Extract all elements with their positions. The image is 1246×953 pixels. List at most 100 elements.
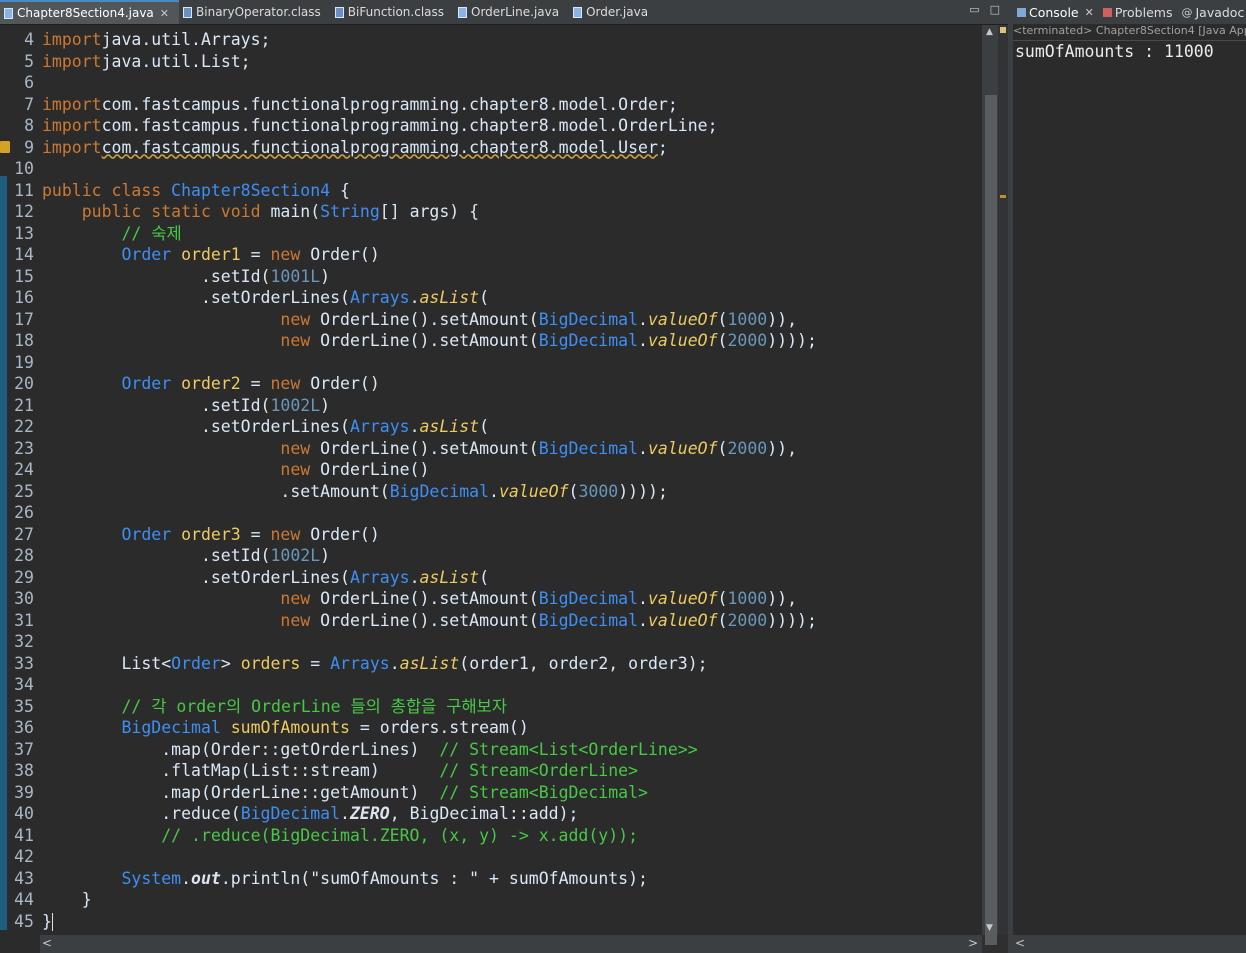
code-line[interactable]: 4 importjava.util.Arrays; xyxy=(0,29,982,51)
code-line[interactable]: 43 System.out.println("sumOfAmounts : " … xyxy=(0,868,982,890)
code-line[interactable]: 7 importcom.fastcampus.functionalprogramm… xyxy=(0,94,982,116)
overview-ruler[interactable] xyxy=(998,25,1008,935)
editor-corner xyxy=(0,935,40,953)
warning-marker[interactable] xyxy=(1000,195,1006,198)
code-token: 1001L xyxy=(270,266,321,286)
code-line[interactable]: 39 .map(OrderLine::getAmount) // Stream<… xyxy=(0,782,982,804)
code-editor[interactable]: 4 importjava.util.Arrays; 5 importjava.util… xyxy=(0,25,982,935)
code-line[interactable]: 42 xyxy=(0,846,982,868)
line-number: 21 xyxy=(14,395,34,415)
code-line[interactable]: 5 importjava.util.List; xyxy=(0,51,982,73)
console-output: sumOfAmounts : 11000 xyxy=(1015,42,1214,61)
code-token: .map(Order::getOrderLines) xyxy=(42,739,440,759)
code-token: 3000 xyxy=(578,481,619,501)
code-line[interactable]: 16 .setOrderLines(Arrays.asList( xyxy=(0,287,982,309)
close-tab-icon[interactable]: ✕ xyxy=(160,7,169,20)
line-number: 36 xyxy=(14,718,34,737)
code-line[interactable]: 12 public static void main(String[] args… xyxy=(0,201,982,223)
code-token: OrderLine().setAmount( xyxy=(320,438,539,458)
code-token: BigDecimal xyxy=(42,718,231,737)
code-token: asList xyxy=(419,417,480,436)
code-line[interactable]: 25 .setAmount(BigDecimal.valueOf(3000)))… xyxy=(0,481,982,503)
code-text: .setId(1002L) xyxy=(42,545,330,567)
code-line[interactable]: 33 List<Order> orders = Arrays.asList(or… xyxy=(0,653,982,675)
code-line[interactable]: 28 .setId(1002L) xyxy=(0,545,982,567)
code-text: importjava.util.Arrays; xyxy=(42,29,271,51)
code-line[interactable]: 26 xyxy=(0,502,982,524)
scroll-down-arrow-icon[interactable]: ▼ xyxy=(986,923,993,933)
code-text: .setOrderLines(Arrays.asList( xyxy=(42,567,489,589)
editor-tab[interactable]: BinaryOperator.class xyxy=(179,0,331,24)
console-tab[interactable]: Console ✕ xyxy=(1013,5,1099,20)
code-text: new OrderLine().setAmount(BigDecimal.val… xyxy=(42,588,797,610)
line-number: 27 xyxy=(14,524,34,544)
code-line[interactable]: 44 } xyxy=(0,889,982,911)
code-line[interactable]: 34 xyxy=(0,674,982,696)
code-line[interactable]: 38 .flatMap(List::stream) // Stream<Orde… xyxy=(0,760,982,782)
line-number: 34 xyxy=(14,675,34,694)
code-line[interactable]: 40 .reduce(BigDecimal.ZERO, BigDecimal::… xyxy=(0,803,982,825)
code-token: )), xyxy=(767,589,798,608)
code-line[interactable]: 27 Order order3 = new Order() xyxy=(0,524,982,546)
console-tab[interactable]: Problems xyxy=(1099,5,1178,20)
code-line[interactable]: 45} xyxy=(0,911,982,933)
code-token: . xyxy=(181,868,192,888)
code-line[interactable]: 15 .setId(1001L) xyxy=(0,266,982,288)
maximize-icon[interactable]: □ xyxy=(990,3,1000,16)
editor-scroll-thumb[interactable] xyxy=(985,95,997,945)
code-line[interactable]: 29 .setOrderLines(Arrays.asList( xyxy=(0,567,982,589)
code-line[interactable]: 23 new OrderLine().setAmount(BigDecimal.… xyxy=(0,438,982,460)
code-text: .setOrderLines(Arrays.asList( xyxy=(42,287,489,309)
code-token: ( xyxy=(479,567,490,587)
code-line[interactable]: 32 xyxy=(0,631,982,653)
problems-icon xyxy=(1102,7,1112,17)
code-token: new xyxy=(42,610,321,630)
code-token: // 숙제 xyxy=(42,223,182,243)
code-line[interactable]: 24 new OrderLine() xyxy=(0,459,982,481)
code-token: .flatMap(List::stream) xyxy=(42,761,440,780)
code-line[interactable]: 11 public class Chapter8Section4 { xyxy=(0,180,982,202)
code-line[interactable]: 8 importcom.fastcampus.functionalprogramm… xyxy=(0,115,982,137)
code-token: 1000 xyxy=(727,309,768,329)
code-line[interactable]: 19 xyxy=(0,352,982,374)
close-tab-icon[interactable]: ✕ xyxy=(1085,6,1094,19)
code-token: (order1, order2, order3); xyxy=(459,653,708,673)
code-line[interactable]: 41 // .reduce(BigDecimal.ZERO, (x, y) ->… xyxy=(0,825,982,847)
code-token: . xyxy=(638,309,648,329)
code-line[interactable]: 6 xyxy=(0,72,982,94)
code-line[interactable]: 22 .setOrderLines(Arrays.asList( xyxy=(0,416,982,438)
scroll-left-arrow-icon[interactable]: < xyxy=(42,936,52,950)
code-line[interactable]: 9 importcom.fastcampus.functionalprogramm… xyxy=(0,137,982,159)
code-line[interactable]: 35 // 각 order의 OrderLine 들의 총합을 구해보자 xyxy=(0,696,982,718)
code-line[interactable]: 30 new OrderLine().setAmount(BigDecimal.… xyxy=(0,588,982,610)
code-line[interactable]: 13 // 숙제 xyxy=(0,223,982,245)
scroll-right-arrow-icon[interactable]: > xyxy=(968,936,978,950)
code-token: import xyxy=(42,51,102,71)
line-number: 12 xyxy=(14,202,34,221)
code-line[interactable]: 37 .map(Order::getOrderLines) // Stream<… xyxy=(0,739,982,761)
editor-horizontal-scrollbar[interactable]: < > xyxy=(40,935,982,953)
code-line[interactable]: 20 Order order2 = new Order() xyxy=(0,373,982,395)
editor-tab[interactable]: Chapter8Section4.java ✕ xyxy=(0,0,180,24)
console-tab[interactable]: @ Javadoc xyxy=(1177,5,1246,20)
code-line[interactable]: 14 Order order1 = new Order() xyxy=(0,244,982,266)
java-file-icon xyxy=(573,6,583,18)
code-line[interactable]: 17 new OrderLine().setAmount(BigDecimal.… xyxy=(0,309,982,331)
editor-tab[interactable]: BiFunction.class xyxy=(331,0,454,24)
code-line[interactable]: 10 xyxy=(0,158,982,180)
scroll-up-arrow-icon[interactable]: ▲ xyxy=(986,27,993,37)
minimize-icon[interactable]: ▭ xyxy=(969,3,979,16)
console-horizontal-scrollbar[interactable]: < xyxy=(1013,935,1246,953)
code-token: 1002L xyxy=(270,395,321,415)
console-tab-bar: Console ✕ Problems @ Javadoc xyxy=(1013,0,1246,24)
code-line[interactable]: 18 new OrderLine().setAmount(BigDecimal.… xyxy=(0,330,982,352)
code-text: new OrderLine().setAmount(BigDecimal.val… xyxy=(42,309,797,331)
editor-tab[interactable]: Order.java xyxy=(569,0,658,24)
code-line[interactable]: 21 .setId(1002L) xyxy=(0,395,982,417)
code-line[interactable]: 36 BigDecimal sumOfAmounts = orders.stre… xyxy=(0,717,982,739)
editor-tab[interactable]: OrderLine.java xyxy=(454,0,569,24)
editor-vertical-scrollbar[interactable]: ▲ ▼ xyxy=(982,25,998,945)
scroll-left-arrow-icon[interactable]: < xyxy=(1015,936,1025,950)
code-token: = xyxy=(240,245,271,264)
code-line[interactable]: 31 new OrderLine().setAmount(BigDecimal.… xyxy=(0,610,982,632)
